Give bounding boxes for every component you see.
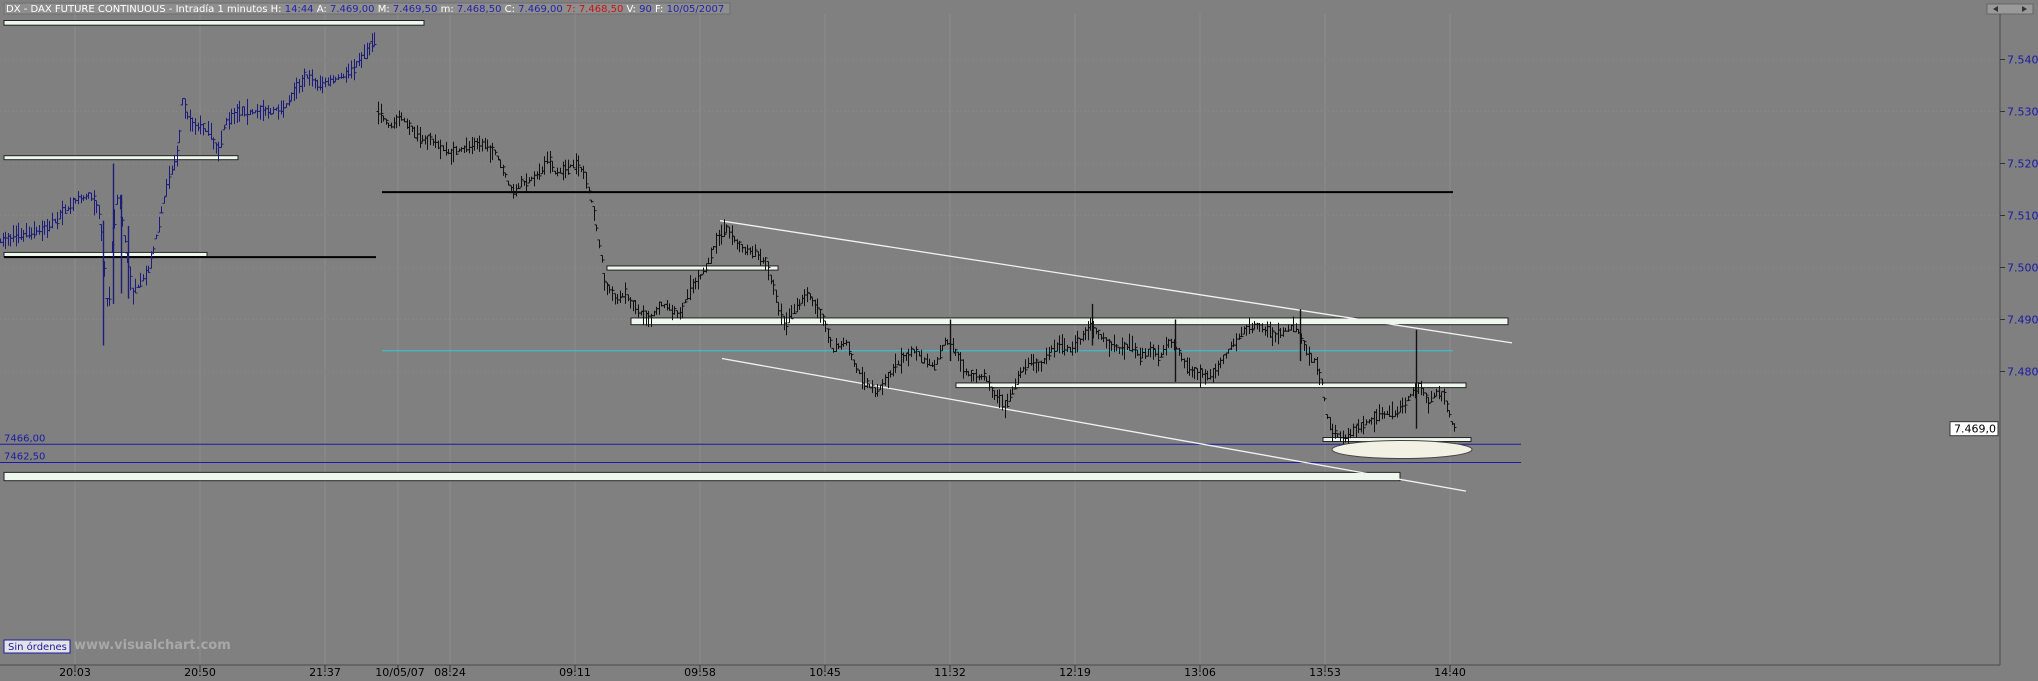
- x-tick-label: 09:11: [559, 666, 591, 677]
- symbol-label: DX: [6, 4, 21, 15]
- zone-box: [630, 317, 1509, 326]
- x-tick-label: 09:58: [684, 666, 716, 677]
- y-tick-label: 7.530,0: [2007, 106, 2038, 119]
- x-tick-label: 13:06: [1184, 666, 1216, 677]
- change-label: 7:: [566, 4, 576, 15]
- x-tick-label: 13:53: [1309, 666, 1341, 677]
- x-tick-label: 10/05/07: [375, 666, 424, 677]
- x-tick-label: 21:37: [309, 666, 341, 677]
- open-label: A:: [317, 4, 327, 15]
- y-tick-label: 7.480,0: [2007, 366, 2038, 379]
- open-value: 7.469,00: [330, 4, 375, 15]
- close-value: 7.469,00: [518, 4, 563, 15]
- volume-value: 90: [639, 4, 652, 15]
- y-tick-label: 7.540,0: [2007, 54, 2038, 67]
- date-label: F:: [655, 4, 663, 15]
- high-label: H:: [271, 4, 282, 15]
- current-price-label: 7.469,0: [1954, 423, 1996, 436]
- min-label: m:: [441, 4, 454, 15]
- zone-box: [955, 382, 1467, 389]
- y-tick-label: 7.520,0: [2007, 158, 2038, 171]
- y-tick-label: 7.500,0: [2007, 262, 2038, 275]
- max-label: M:: [378, 4, 390, 15]
- x-tick-label: 08:24: [434, 666, 466, 677]
- x-tick-label: 10:45: [809, 666, 841, 677]
- high-value: 14:44: [285, 4, 314, 15]
- zone-box: [3, 251, 208, 258]
- zone-box: [3, 155, 239, 161]
- zone-box: [606, 265, 779, 271]
- title-label: DAX FUTURE CONTINUOUS: [31, 4, 166, 15]
- zone-box: [3, 471, 1401, 482]
- x-tick-label: 11:32: [934, 666, 966, 677]
- close-label: C:: [505, 4, 515, 15]
- change-value: 7.468,50: [579, 4, 624, 15]
- price-chart[interactable]: DX - DAX FUTURE CONTINUOUS - Intradía 1 …: [0, 0, 2038, 679]
- zone-box: [3, 20, 425, 26]
- level-label-2: 7462,50: [4, 452, 45, 463]
- x-tick-label: 14:40: [1434, 666, 1466, 677]
- ellipse-marker[interactable]: [1331, 440, 1473, 459]
- level-label-1: 7466,00: [4, 433, 45, 444]
- min-value: 7.468,50: [457, 4, 502, 15]
- volume-label: V:: [627, 4, 636, 15]
- x-tick-label: 20:03: [59, 666, 91, 677]
- y-tick-label: 7.510,0: [2007, 210, 2038, 223]
- watermark: www.visualchart.com: [74, 638, 231, 653]
- subtitle-label: Intradía 1 minutos: [176, 3, 268, 15]
- date-value: 10/05/2007: [667, 4, 725, 15]
- x-tick-label: 12:19: [1059, 666, 1091, 677]
- header-text: DX - DAX FUTURE CONTINUOUS - Intradía 1 …: [6, 3, 724, 15]
- chart-window: DX - DAX FUTURE CONTINUOUS - Intradía 1 …: [0, 0, 2038, 679]
- orders-label: Sin órdenes: [8, 641, 67, 653]
- y-tick-label: 7.490,0: [2007, 314, 2038, 327]
- x-tick-label: 20:50: [184, 666, 216, 677]
- max-value: 7.469,50: [393, 4, 438, 15]
- chart-background: [0, 0, 2038, 677]
